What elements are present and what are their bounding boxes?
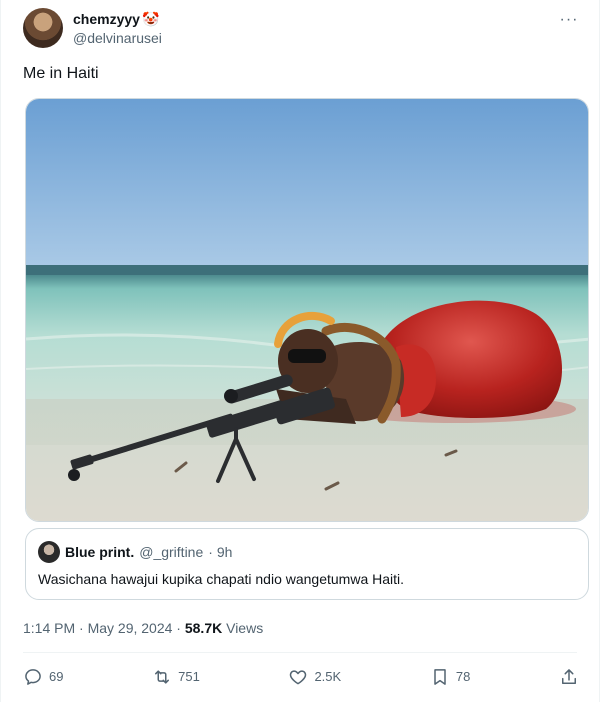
- views-count: 58.7K: [184, 620, 223, 636]
- quote-avatar: [38, 541, 60, 563]
- clown-emoji-icon: 🤡: [141, 11, 160, 27]
- repost-count: 751: [178, 669, 200, 684]
- like-button[interactable]: 2.5K: [288, 667, 341, 687]
- quote-time: · 9h: [208, 544, 233, 560]
- repost-button[interactable]: 751: [152, 667, 200, 687]
- reply-button[interactable]: 69: [23, 667, 63, 687]
- quote-text: Wasichana hawajui kupika chapati ndio wa…: [38, 571, 405, 587]
- bookmark-count: 78: [455, 669, 471, 684]
- tweet-header: chemzyyy 🤡 @delvinarusei ···: [23, 8, 579, 52]
- like-count: 2.5K: [314, 669, 342, 684]
- views-label: Views: [222, 620, 264, 636]
- tweet-meta: 1:14 PM · May 29, 2024 · 58.7K Views: [23, 618, 263, 638]
- tweet-text: Me in Haiti: [23, 65, 99, 82]
- reply-icon: [25, 669, 41, 685]
- reply-count: 69: [49, 669, 64, 684]
- author-names: chemzyyy 🤡 @delvinarusei: [73, 10, 162, 48]
- repost-icon: [155, 670, 170, 684]
- author-name-text: chemzyyy: [73, 11, 140, 27]
- share-button[interactable]: [559, 667, 579, 687]
- avatar[interactable]: [23, 8, 63, 48]
- heart-icon: [290, 670, 307, 685]
- tweet-card: chemzyyy 🤡 @delvinarusei ··· Me in Haiti: [0, 0, 600, 702]
- bookmark-icon: [434, 669, 446, 685]
- tweet-image[interactable]: [25, 98, 589, 522]
- author-display-name[interactable]: chemzyyy 🤡: [73, 10, 162, 28]
- share-icon: [561, 669, 576, 684]
- quote-display-name: Blue print.: [65, 544, 135, 560]
- bookmark-button[interactable]: 78: [430, 667, 470, 687]
- divider: [23, 652, 577, 653]
- more-dots-icon[interactable]: ···: [559, 12, 579, 28]
- quote-handle: @_griftine: [139, 544, 204, 560]
- tweet-timestamp[interactable]: 1:14 PM · May 29, 2024 ·: [23, 620, 185, 636]
- quote-header: Blue print. @_griftine · 9h: [38, 541, 232, 563]
- action-bar: 69 751 2.5K 78: [23, 664, 579, 690]
- quoted-tweet[interactable]: Blue print. @_griftine · 9h Wasichana ha…: [25, 528, 589, 600]
- author-handle[interactable]: @delvinarusei: [73, 28, 162, 48]
- beach-photo: [26, 99, 588, 521]
